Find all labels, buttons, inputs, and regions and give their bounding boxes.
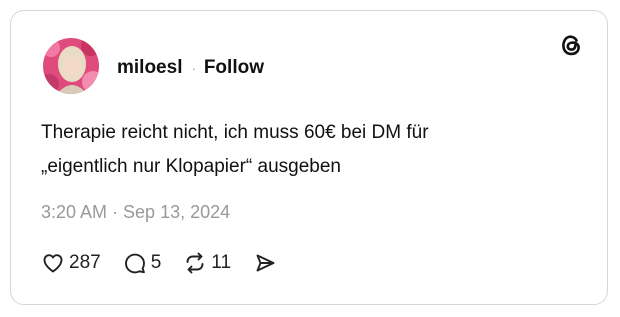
repost-icon — [183, 251, 207, 275]
like-count: 287 — [69, 252, 101, 273]
post-text: Therapie reicht nicht, ich muss 60€ bei … — [41, 116, 581, 184]
share-button[interactable] — [253, 251, 277, 275]
post-header: miloesl · Follow — [117, 57, 264, 79]
post-text-line-1: Therapie reicht nicht, ich muss 60€ bei … — [41, 122, 429, 143]
reply-count: 5 — [150, 252, 162, 273]
separator-dot: · — [191, 60, 196, 76]
avatar[interactable] — [43, 38, 99, 94]
post-timestamp[interactable]: 3:20 AM · Sep 13, 2024 — [41, 202, 230, 223]
comment-icon — [123, 251, 147, 275]
like-button[interactable]: 287 — [41, 251, 101, 275]
post-card: miloesl · Follow Therapie reicht nicht, … — [10, 10, 608, 305]
heart-icon — [41, 251, 65, 275]
threads-logo-icon[interactable] — [557, 31, 585, 59]
post-text-line-2: „eigentlich nur Klopapier“ ausgeben — [41, 156, 341, 177]
action-bar: 287 5 11 — [41, 251, 299, 275]
repost-button[interactable]: 11 — [183, 251, 231, 275]
reply-button[interactable]: 5 — [123, 251, 162, 275]
follow-button[interactable]: Follow — [204, 57, 264, 79]
repost-count: 11 — [211, 252, 232, 273]
send-icon — [253, 251, 277, 275]
username[interactable]: miloesl — [117, 57, 182, 79]
